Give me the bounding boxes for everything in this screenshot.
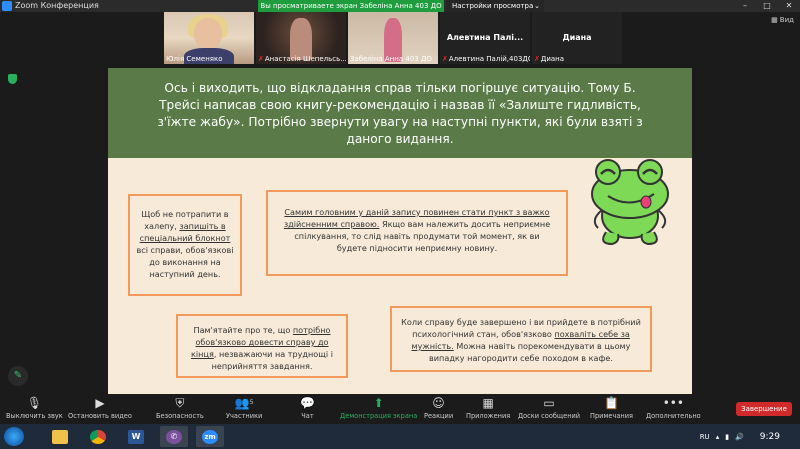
tip-text: всі справи, обов'язкові до виконання на … <box>136 245 234 279</box>
word-icon: W <box>128 429 144 444</box>
grid-icon: ▦ <box>771 16 778 24</box>
reactions-button[interactable]: ☺ Реакции <box>424 396 453 420</box>
notes-icon: 📋 <box>604 396 619 410</box>
more-icon: ••• <box>662 396 684 410</box>
stop-video-button[interactable]: ▶ Остановить видео <box>68 396 132 420</box>
participant-center-name: Диана <box>562 33 592 42</box>
participant-tile[interactable]: Юлія Семеняко <box>164 12 254 64</box>
share-screen-button[interactable]: ⬆ Демонстрация экрана <box>340 396 417 420</box>
participant-name: Забеліна Анна 403 ДО <box>350 55 432 63</box>
screen-share-banner: Вы просматриваете экран Забеліна Анна 40… <box>258 0 444 12</box>
mute-button[interactable]: 🎙 Выключить звук <box>6 396 63 420</box>
window-controls: – □ ✕ <box>734 0 800 12</box>
whiteboard-icon: ▭ <box>543 396 555 410</box>
network-icon[interactable]: ▮ <box>725 433 729 441</box>
slide-title: Ось і виходить, що відкладання справ тіл… <box>157 81 643 146</box>
taskbar-chrome[interactable] <box>84 426 112 447</box>
microphone-icon: 🎙 <box>26 396 42 410</box>
participant-name: Юлія Семеняко <box>166 55 223 63</box>
shared-screen: ✎ Ось і виходить, що відкладання справ т… <box>0 68 800 395</box>
annotate-pen-icon[interactable]: ✎ <box>8 366 28 386</box>
apps-icon: ▦ <box>482 396 494 410</box>
participants-icon: 👥5 <box>234 396 254 410</box>
view-button[interactable]: ▦ Вид <box>771 16 794 24</box>
apps-button[interactable]: ▦ Приложения <box>466 396 510 420</box>
mic-muted-icon: ✗ <box>442 55 448 63</box>
participant-gallery: Юлія Семеняко ✗ Анастасія Шепельсь... Заб… <box>0 12 800 68</box>
zoom-icon: zm <box>202 429 218 444</box>
participant-tile[interactable]: Диана ✗ Диана <box>532 12 622 64</box>
share-screen-icon: ⬆ <box>373 396 384 410</box>
mic-muted-icon: ✗ <box>534 55 540 63</box>
whiteboards-button[interactable]: ▭ Доски сообщений <box>518 396 580 420</box>
close-button[interactable]: ✕ <box>778 0 800 12</box>
participant-name: ✗ Алевтина Палій,403ДО <box>442 55 530 63</box>
more-button[interactable]: ••• Дополнительно <box>646 396 701 420</box>
maximize-button[interactable]: □ <box>756 0 778 12</box>
mic-muted-icon: ✗ <box>258 55 264 63</box>
chat-icon: 💬 <box>300 396 315 410</box>
clock[interactable]: 9:29 <box>760 432 780 442</box>
zoom-app-icon <box>2 1 12 11</box>
participant-name: ✗ Диана <box>534 55 565 63</box>
chrome-icon <box>90 429 106 444</box>
video-camera-icon: ▶ <box>95 396 105 410</box>
folder-icon <box>52 429 68 444</box>
zoom-window: Zoom Конференция Вы просматриваете экран… <box>0 0 800 449</box>
participant-tile[interactable]: ✗ Анастасія Шепельсь... <box>256 12 346 64</box>
meeting-toolbar: 🎙 Выключить звук ▶ Остановить видео ⛨ Бе… <box>0 394 800 424</box>
volume-icon[interactable]: 🔊 <box>735 433 744 441</box>
viber-icon: ✆ <box>166 429 182 444</box>
presentation-slide: Ось і виходить, що відкладання справ тіл… <box>108 68 692 395</box>
chat-button[interactable]: 💬 Чат <box>300 396 315 420</box>
tip-card-reward: Коли справу буде завершено і ви прийдете… <box>390 306 652 372</box>
tip-card-write: Щоб не потрапити в халепу, запишіть в сп… <box>128 194 242 296</box>
participant-tile[interactable]: Алевтина Палі... ✗ Алевтина Палій,403ДО <box>440 12 530 64</box>
notes-button[interactable]: 📋 Примечания <box>590 396 633 420</box>
tip-text: , незважаючи на труднощі і неприйняття з… <box>211 349 333 371</box>
minimize-button[interactable]: – <box>734 0 756 12</box>
chevron-down-icon: ⌄ <box>534 2 540 10</box>
participants-button[interactable]: 👥5 Участники <box>226 396 262 420</box>
window-title: Zoom Конференция <box>15 1 99 10</box>
view-settings-menu[interactable]: Настройки просмотра ⌄ <box>446 0 544 12</box>
end-meeting-button[interactable]: Завершение <box>736 402 792 416</box>
tip-text: Пам'ятайте про те, що <box>193 325 293 335</box>
participant-tile[interactable]: Забеліна Анна 403 ДО <box>348 12 438 64</box>
tip-text: Можна навіть порекомендувати в цьому вип… <box>429 341 631 363</box>
tray-arrow-icon[interactable]: ▴ <box>716 433 720 441</box>
participant-center-name: Алевтина Палі... <box>446 33 524 42</box>
language-indicator[interactable]: RU <box>700 433 710 441</box>
taskbar-viber[interactable]: ✆ <box>160 426 188 447</box>
participant-name: ✗ Анастасія Шепельсь... <box>258 55 346 63</box>
tip-card-priority: Самим головним у даній запису повинен ст… <box>266 190 568 276</box>
shield-icon[interactable] <box>8 74 17 84</box>
frog-illustration <box>591 159 669 246</box>
taskbar-word[interactable]: W <box>122 426 150 447</box>
shield-icon: ⛨ <box>175 396 185 410</box>
taskbar-zoom[interactable]: zm <box>196 426 224 447</box>
security-button[interactable]: ⛨ Безопасность <box>156 396 204 420</box>
system-tray: RU ▴ ▮ 🔊 9:29 <box>700 424 800 449</box>
tip-card-finish: Пам'ятайте про те, що потрібно обов'язко… <box>176 314 348 378</box>
windows-taskbar: W ✆ zm RU ▴ ▮ 🔊 9:29 <box>0 424 800 449</box>
taskbar-explorer[interactable] <box>46 426 74 447</box>
view-settings-label: Настройки просмотра <box>452 2 534 10</box>
start-button[interactable] <box>4 427 24 446</box>
reaction-icon: ☺ <box>432 396 445 410</box>
